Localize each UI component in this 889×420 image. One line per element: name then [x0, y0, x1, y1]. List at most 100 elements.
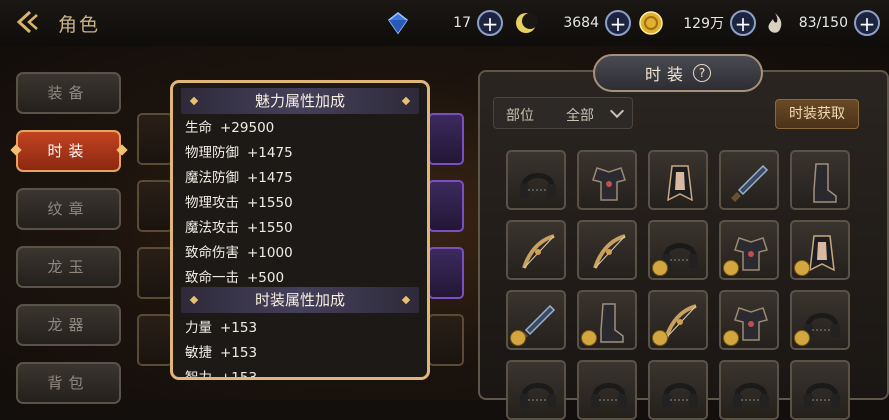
costume-item-cell[interactable]	[506, 360, 566, 420]
header-diamond-icon	[189, 295, 199, 305]
charm-section-header: 魅力属性加成	[181, 88, 419, 114]
resource-stamina: 83/150 +	[762, 9, 880, 37]
crescent-count: 3684	[563, 15, 599, 31]
add-gold-button[interactable]: +	[730, 10, 756, 36]
costume-item-cell[interactable]	[648, 150, 708, 210]
headphone-icon	[591, 383, 627, 408]
stat-name: 物理防御	[185, 145, 239, 161]
stat-row: 致命一击 +500	[185, 266, 284, 286]
stat-name: 力量	[185, 320, 212, 336]
headphone-icon	[520, 173, 556, 198]
stat-name: 敏捷	[185, 345, 212, 361]
costume-section-title: 时装属性加成	[254, 291, 345, 309]
headphone-icon	[804, 383, 840, 408]
costume-item-cell[interactable]	[648, 360, 708, 420]
stat-name: 生命	[185, 120, 212, 136]
lock-icon	[652, 260, 668, 276]
bow-icon	[593, 234, 626, 269]
charm-section-title: 魅力属性加成	[254, 92, 345, 110]
tab-backpack[interactable]: 背包	[16, 362, 121, 404]
top-bar: 角色 17 + 3684 + 129万 + 83/150 +	[0, 0, 889, 46]
costume-item-cell[interactable]	[719, 360, 779, 420]
stamina-count: 83/150	[798, 15, 848, 31]
costume-item-cell[interactable]	[648, 290, 708, 350]
tab-costume[interactable]: 时装	[16, 130, 121, 172]
costume-item-cell[interactable]	[719, 150, 779, 210]
equip-slot[interactable]	[137, 247, 173, 299]
gold-coin-icon	[639, 11, 663, 35]
tab-costume-label: 时装	[47, 142, 90, 160]
help-icon[interactable]: ?	[693, 64, 711, 82]
stat-name: 智力	[185, 370, 212, 380]
panel-title: 时装 ?	[593, 54, 763, 92]
equip-slot[interactable]	[137, 113, 173, 165]
equip-slot[interactable]	[428, 113, 464, 165]
equip-slot[interactable]	[428, 247, 464, 299]
stat-name: 魔法攻击	[185, 220, 239, 236]
gold-count: 129万	[683, 16, 724, 32]
costume-item-cell[interactable]	[790, 360, 850, 420]
stat-row: 敏捷 +153	[185, 341, 257, 361]
costume-item-cell[interactable]	[506, 220, 566, 280]
header-diamond-icon	[189, 96, 199, 106]
costume-item-cell[interactable]	[577, 150, 637, 210]
cape-icon	[667, 165, 693, 202]
part-filter-dropdown[interactable]: 部位 全部	[493, 97, 633, 129]
costume-item-cell[interactable]	[648, 220, 708, 280]
tab-emblem[interactable]: 纹章	[16, 188, 121, 230]
costume-item-cell[interactable]	[577, 290, 637, 350]
add-gems-button[interactable]: +	[477, 10, 503, 36]
costume-item-cell[interactable]	[790, 220, 850, 280]
costume-item-cell[interactable]	[506, 150, 566, 210]
equip-slot[interactable]	[428, 180, 464, 232]
header-diamond-icon	[401, 295, 411, 305]
stat-row: 力量 +153	[185, 316, 257, 336]
costume-item-cell[interactable]	[577, 220, 637, 280]
stat-row: 生命 +29500	[185, 116, 274, 136]
stat-value: +1000	[247, 245, 293, 261]
stat-row: 物理攻击 +1550	[185, 191, 293, 211]
stat-row: 智力 +153	[185, 366, 257, 380]
lock-icon	[723, 260, 739, 276]
gems-count: 17	[453, 15, 471, 31]
costume-item-cell[interactable]	[790, 290, 850, 350]
add-crescent-button[interactable]: +	[605, 10, 631, 36]
stat-value: +1475	[247, 145, 293, 161]
stamina-flame-icon	[768, 13, 782, 33]
costume-item-cell[interactable]	[719, 220, 779, 280]
crescent-icon	[516, 13, 538, 33]
costume-item-cell[interactable]	[506, 290, 566, 350]
equip-slot[interactable]	[428, 314, 464, 366]
costume-section-header: 时装属性加成	[181, 287, 419, 313]
stat-name: 物理攻击	[185, 195, 239, 211]
tab-dragon-artifact[interactable]: 龙器	[16, 304, 121, 346]
costume-item-cell[interactable]	[719, 290, 779, 350]
stat-name: 致命一击	[185, 270, 239, 286]
resource-gems: 17 +	[385, 9, 503, 37]
costume-item-cell[interactable]	[577, 360, 637, 420]
stat-value: +1475	[247, 170, 293, 186]
tab-dragon-jade[interactable]: 龙玉	[16, 246, 121, 288]
headphone-icon	[662, 383, 698, 408]
blue-gem-icon	[387, 12, 409, 35]
tab-equipment[interactable]: 装备	[16, 72, 121, 114]
header-diamond-icon	[401, 96, 411, 106]
costume-item-cell[interactable]	[790, 150, 850, 210]
sword-icon	[731, 164, 769, 202]
equip-slot[interactable]	[137, 180, 173, 232]
equip-slot[interactable]	[137, 314, 173, 366]
lock-icon	[652, 330, 668, 346]
chevron-down-icon	[609, 103, 625, 119]
stat-row: 魔法攻击 +1550	[185, 216, 293, 236]
add-stamina-button[interactable]: +	[854, 10, 880, 36]
back-arrow-icon[interactable]	[14, 10, 40, 34]
lock-icon	[581, 330, 597, 346]
headphone-icon	[520, 383, 556, 408]
stat-value: +153	[220, 345, 258, 361]
stat-name: 致命伤害	[185, 245, 239, 261]
get-costume-button[interactable]: 时装获取	[775, 99, 859, 129]
stat-value: +1550	[247, 195, 293, 211]
bow-icon	[522, 234, 555, 269]
stat-row: 致命伤害 +1000	[185, 241, 293, 261]
stat-value: +1550	[247, 220, 293, 236]
